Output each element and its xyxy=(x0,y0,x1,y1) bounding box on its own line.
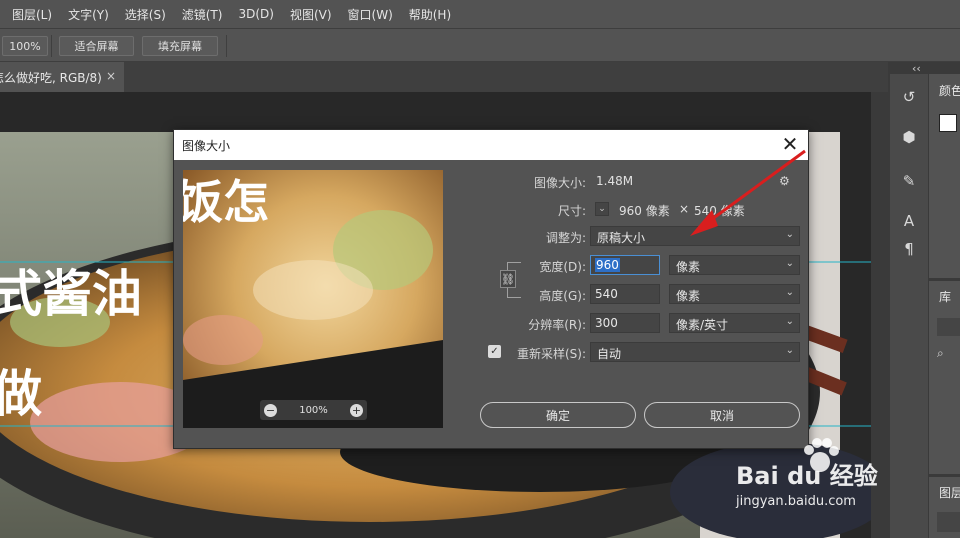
watermark-brand: Bai du 经验 xyxy=(736,462,878,490)
baidu-watermark: Bai du 经验 jingyan.baidu.com xyxy=(736,434,956,514)
watermark-url: jingyan.baidu.com xyxy=(736,494,856,509)
